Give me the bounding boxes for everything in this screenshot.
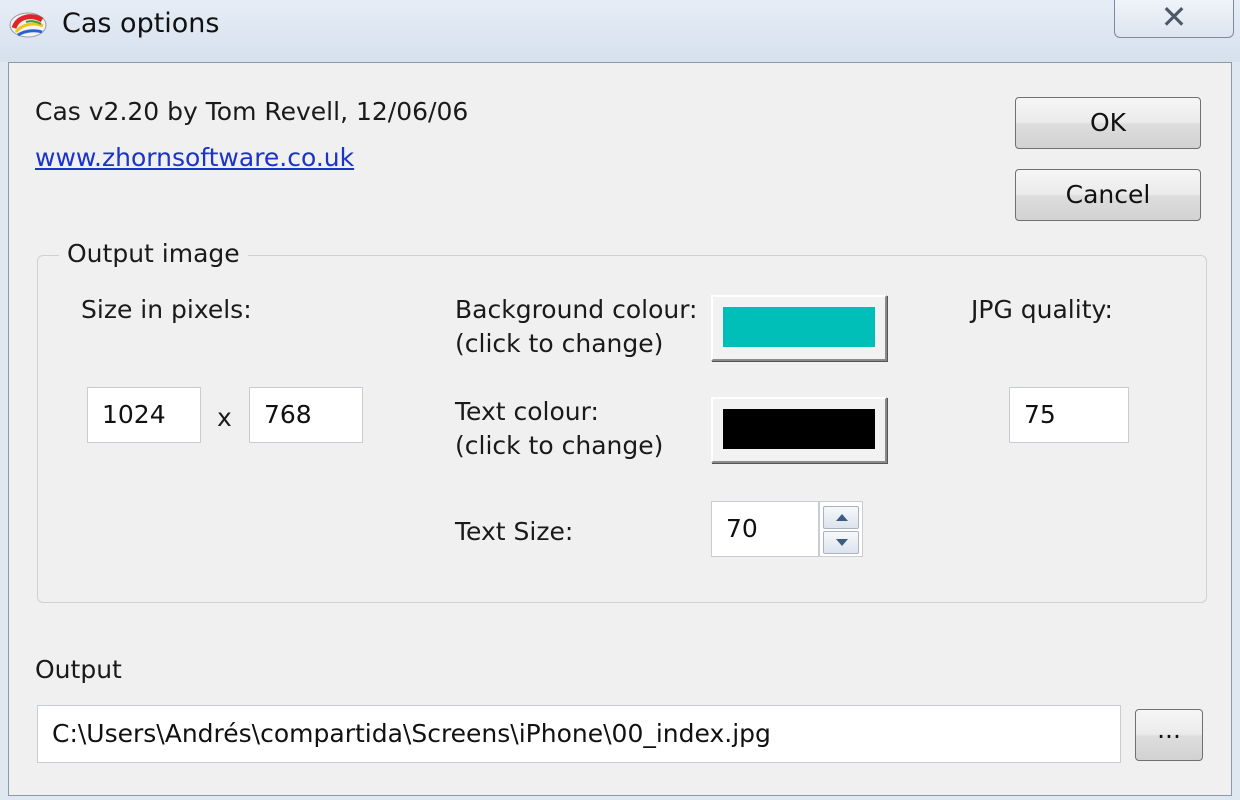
output-image-group-label: Output image	[59, 239, 248, 268]
title-bar: Cas options ✕	[0, 0, 1240, 62]
text-size-spinner	[819, 501, 863, 557]
spin-down-button[interactable]	[823, 531, 859, 554]
window-title: Cas options	[62, 8, 220, 39]
text-colour-hint: (click to change)	[455, 431, 664, 460]
website-link[interactable]: www.zhornsoftware.co.uk	[35, 143, 354, 172]
text-size-label: Text Size:	[455, 517, 574, 546]
paint-palette-icon	[9, 12, 47, 38]
dialog-body: Cas v2.20 by Tom Revell, 12/06/06 www.zh…	[8, 62, 1232, 796]
size-in-pixels-label: Size in pixels:	[81, 295, 252, 324]
jpg-quality-input[interactable]: 75	[1009, 387, 1129, 443]
cancel-button[interactable]: Cancel	[1015, 169, 1201, 221]
output-label: Output	[35, 655, 122, 684]
browse-button[interactable]: ...	[1135, 709, 1203, 761]
ok-button[interactable]: OK	[1015, 97, 1201, 149]
background-colour-swatch	[723, 307, 875, 347]
about-text: Cas v2.20 by Tom Revell, 12/06/06	[35, 97, 469, 126]
jpg-quality-label: JPG quality:	[971, 295, 1113, 324]
width-input[interactable]: 1024	[87, 387, 201, 443]
close-icon: ✕	[1160, 0, 1188, 36]
text-size-input[interactable]: 70	[711, 501, 819, 557]
background-colour-button[interactable]	[711, 295, 887, 361]
height-input[interactable]: 768	[249, 387, 363, 443]
spin-up-button[interactable]	[823, 506, 859, 529]
background-colour-hint: (click to change)	[455, 329, 664, 358]
text-colour-label: Text colour:	[455, 397, 599, 426]
text-colour-button[interactable]	[711, 397, 887, 463]
output-path-input[interactable]: C:\Users\Andrés\compartida\Screens\iPhon…	[37, 705, 1121, 763]
chevron-down-icon	[836, 539, 848, 546]
close-button[interactable]: ✕	[1114, 0, 1234, 38]
size-separator: x	[217, 403, 232, 432]
background-colour-label: Background colour:	[455, 295, 698, 324]
chevron-up-icon	[836, 514, 848, 521]
text-colour-swatch	[723, 409, 875, 449]
